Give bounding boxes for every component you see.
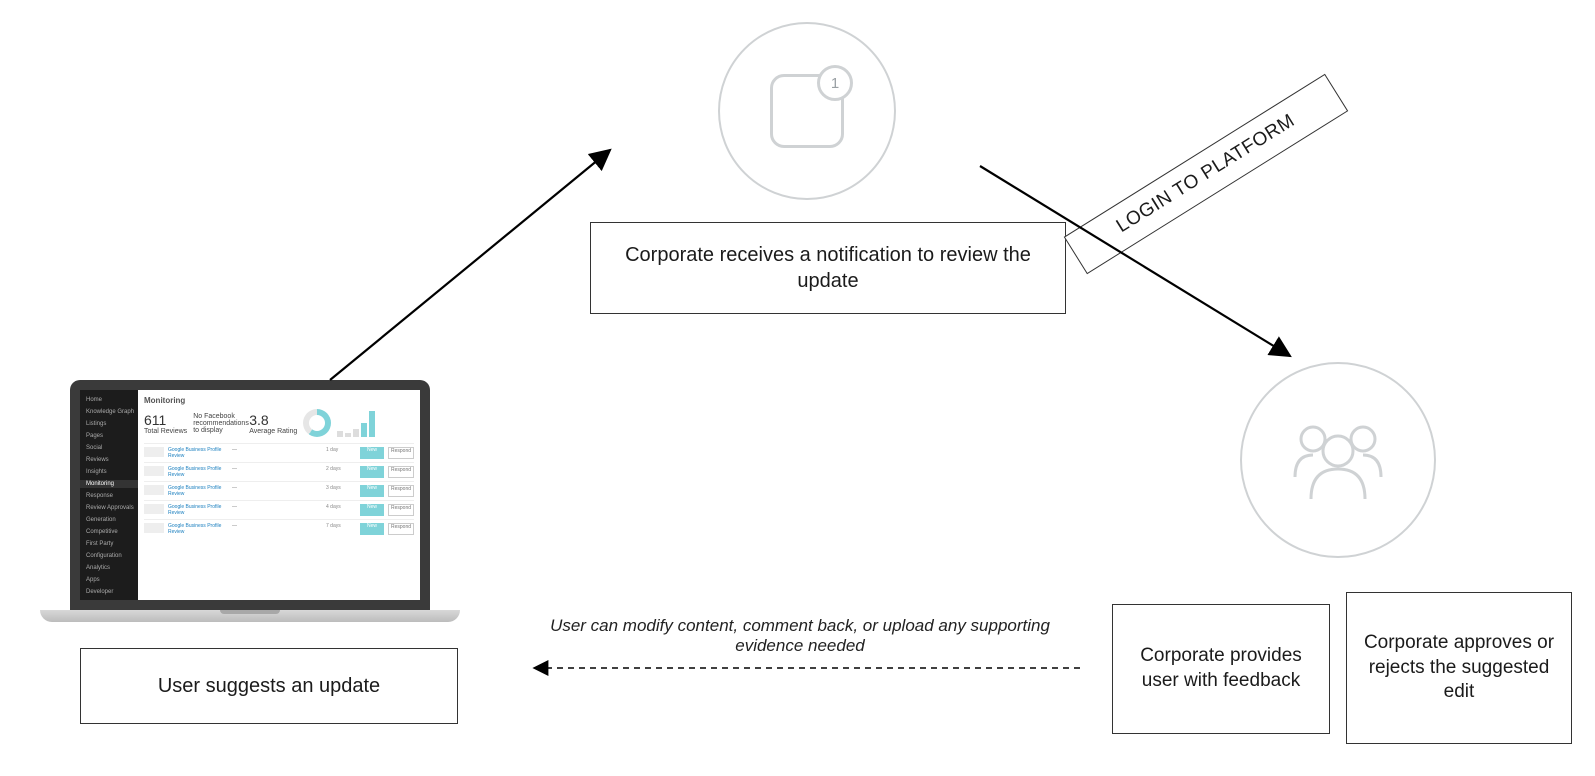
table-row: Google Business Profile Review—3 daysNew… [144, 481, 414, 500]
users-circle [1240, 362, 1436, 558]
laptop-main: Monitoring 611 Total Reviews No Facebook… [138, 390, 420, 600]
sidebar-item: Apps [80, 576, 138, 584]
app-notification-icon: 1 [770, 74, 844, 148]
step1-box: User suggests an update [80, 648, 458, 724]
step4b-label: Corporate approves or rejects the sugges… [1357, 631, 1561, 705]
stat-total-reviews: 611 Total Reviews [144, 412, 187, 435]
sidebar-item: Analytics [80, 564, 138, 572]
laptop-bezel: Home Knowledge Graph Listings Pages Soci… [70, 380, 430, 610]
notification-circle: 1 [718, 22, 896, 200]
sidebar-item-active: Monitoring [80, 480, 138, 488]
laptop-base [40, 610, 460, 622]
laptop-screen: Home Knowledge Graph Listings Pages Soci… [80, 390, 420, 600]
step4a-label: Corporate provides user with feedback [1123, 644, 1319, 693]
stat-num: 611 [144, 412, 187, 428]
table-row: Google Business Profile Review—2 daysNew… [144, 462, 414, 481]
feedback-note: User can modify content, comment back, o… [540, 616, 1060, 656]
sidebar-item: Developer [80, 588, 138, 596]
table-row: Google Business Profile Review—1 dayNewR… [144, 443, 414, 462]
table-row: Google Business Profile Review—7 daysNew… [144, 519, 414, 538]
sidebar-item: Insights [80, 468, 138, 476]
sidebar-item: Response [80, 492, 138, 500]
step1-label: User suggests an update [158, 673, 380, 699]
stat-fb: No Facebook recommendations to display [193, 413, 243, 434]
sidebar-item: Home [80, 396, 138, 404]
notification-badge: 1 [817, 65, 853, 101]
sidebar-item: First Party [80, 540, 138, 548]
laptop-illustration: Home Knowledge Graph Listings Pages Soci… [40, 380, 460, 622]
arrow-feedback-dashed [520, 656, 1096, 680]
table-row: Google Business Profile Review—4 daysNew… [144, 500, 414, 519]
laptop-table: Google Business Profile Review—1 dayNewR… [144, 443, 414, 538]
arrow-login [960, 136, 1320, 376]
sidebar-item: Review Approvals [80, 504, 138, 512]
arrow-step1-to-step2 [320, 130, 630, 390]
laptop-sidebar: Home Knowledge Graph Listings Pages Soci… [80, 390, 138, 600]
donut-chart-icon [303, 409, 331, 437]
sidebar-item: Competitive [80, 528, 138, 536]
step4a-box: Corporate provides user with feedback [1112, 604, 1330, 734]
laptop-stats: 611 Total Reviews No Facebook recommenda… [144, 409, 414, 437]
sidebar-item: Reviews [80, 456, 138, 464]
stat-label: Total Reviews [144, 428, 187, 435]
sidebar-item: Configuration [80, 552, 138, 560]
sidebar-item: Listings [80, 420, 138, 428]
sidebar-item: Pages [80, 432, 138, 440]
sidebar-item: Knowledge Graph [80, 408, 138, 416]
stat-avg-rating: 3.8 Average Rating [249, 412, 297, 435]
stat-label: Average Rating [249, 428, 297, 435]
step4b-box: Corporate approves or rejects the sugges… [1346, 592, 1572, 744]
sidebar-item: Social [80, 444, 138, 452]
users-group-icon [1283, 417, 1393, 503]
sidebar-item: Generation [80, 516, 138, 524]
bar-chart-icon [337, 409, 375, 437]
stat-num: 3.8 [249, 412, 297, 428]
laptop-page-title: Monitoring [144, 396, 414, 405]
